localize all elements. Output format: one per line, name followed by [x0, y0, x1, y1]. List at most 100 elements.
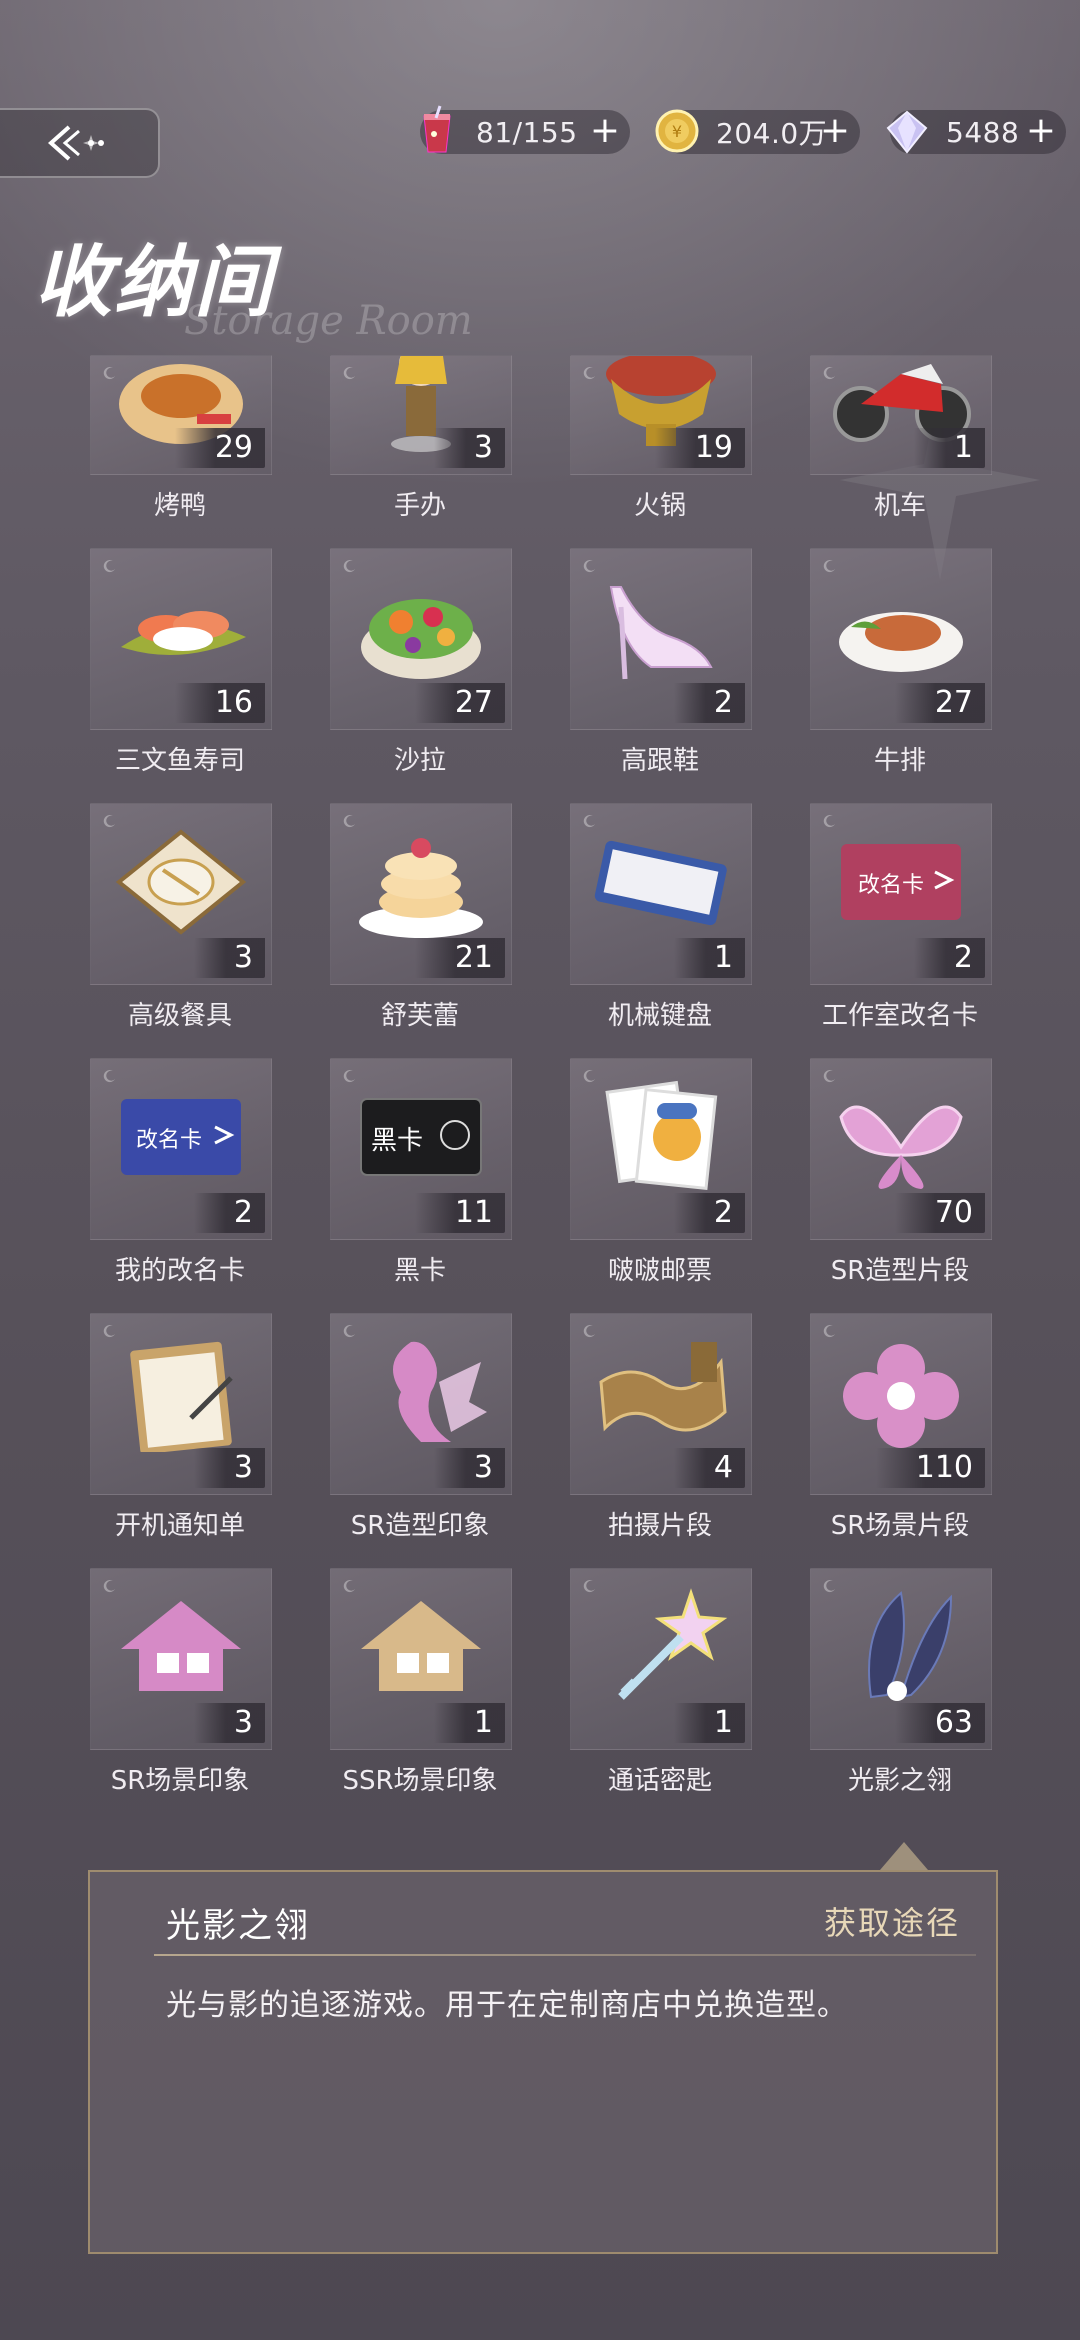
- black-card-icon: 黑卡: [360, 1098, 482, 1176]
- item-count: 1: [673, 1703, 745, 1743]
- item-count: 3: [193, 938, 265, 978]
- stamina-resource[interactable]: 81/155 +: [420, 105, 630, 154]
- silhouette-icon: [393, 1341, 487, 1442]
- item-name: SSR场景印象: [342, 1766, 498, 1796]
- salad-icon: [361, 599, 481, 679]
- item-name: 机车: [873, 491, 926, 521]
- item-name: 高级餐具: [127, 1001, 232, 1031]
- item-thumbnail: 1: [570, 1568, 752, 1750]
- item-name: 光影之翎: [847, 1766, 952, 1796]
- item-thumbnail: 21: [330, 803, 512, 985]
- item-name: 我的改名卡: [114, 1256, 245, 1286]
- item-count: 2: [193, 1193, 265, 1233]
- add-coin-button[interactable]: +: [820, 110, 850, 152]
- souffle-icon: [359, 838, 483, 938]
- diamond-icon: [886, 110, 928, 154]
- item-name: 沙拉: [393, 746, 446, 776]
- item-name: 黑卡: [393, 1256, 446, 1286]
- salmon-sushi-icon: [121, 611, 246, 655]
- item-thumbnail: 16: [90, 548, 272, 730]
- item-count: 16: [174, 683, 265, 723]
- keyboard-icon: [594, 840, 727, 926]
- item-thumbnail: 3: [330, 355, 512, 475]
- svg-text:黑卡: 黑卡: [371, 1126, 423, 1156]
- item-count: 63: [894, 1703, 985, 1743]
- item-name: SR造型片段: [830, 1256, 970, 1286]
- item-name: 牛排: [873, 746, 926, 776]
- svg-text:¥: ¥: [672, 122, 682, 141]
- house-gold-icon: [361, 1601, 481, 1691]
- item-count: 3: [193, 1703, 265, 1743]
- drink-icon: [423, 105, 451, 153]
- detail-description: 光与影的追逐游戏。用于在定制商店中兑换造型。: [166, 1988, 848, 2023]
- item-name: 舒芙蕾: [380, 1001, 459, 1031]
- butterfly-icon: [839, 1105, 963, 1189]
- coin-icon: ¥: [655, 109, 699, 153]
- back-button[interactable]: [0, 108, 160, 178]
- item-count: 2: [673, 683, 745, 723]
- svg-text:改名卡: 改名卡: [136, 1128, 202, 1153]
- item-name: 工作室改名卡: [821, 1001, 978, 1031]
- studio-rename-card-icon: 改名卡: [841, 844, 961, 920]
- item-count: 2: [913, 938, 985, 978]
- item-name: 啵啵邮票: [607, 1256, 712, 1286]
- coin-resource[interactable]: ¥ 204.0万 +: [655, 109, 860, 154]
- film-reel-icon: [599, 1342, 727, 1432]
- item-thumbnail: 1: [570, 803, 752, 985]
- item-count: 1: [913, 428, 985, 468]
- divider: [154, 1954, 976, 1956]
- item-thumbnail: 3: [330, 1313, 512, 1495]
- add-stamina-button[interactable]: +: [590, 110, 620, 152]
- item-thumbnail: 63: [810, 1568, 992, 1750]
- item-count: 4: [673, 1448, 745, 1488]
- item-count: 11: [414, 1193, 505, 1233]
- detail-title: 光影之翎: [166, 1906, 310, 1946]
- item-thumbnail: 70: [810, 1058, 992, 1240]
- coin-value: 204.0万: [716, 117, 828, 150]
- item-thumbnail: 27: [810, 548, 992, 730]
- svg-text:改名卡: 改名卡: [858, 873, 924, 898]
- item-name: 烤鸭: [153, 491, 206, 521]
- item-name: 高跟鞋: [620, 746, 699, 776]
- back-arrow-icon: [47, 125, 104, 161]
- item-count: 29: [174, 428, 265, 468]
- diamond-value: 5488: [946, 115, 1020, 149]
- item-name: 开机通知单: [114, 1511, 245, 1541]
- item-name: SR场景印象: [110, 1766, 250, 1796]
- item-thumbnail: 黑卡 11: [330, 1058, 512, 1240]
- item-count: 19: [654, 428, 745, 468]
- stamina-value: 81/155: [476, 115, 578, 149]
- item-thumbnail: 3: [90, 803, 272, 985]
- item-name: 三文鱼寿司: [114, 746, 245, 776]
- item-count: 3: [193, 1448, 265, 1488]
- obtain-method-link[interactable]: 获取途径: [824, 1898, 960, 1944]
- high-heel-icon: [609, 586, 713, 680]
- item-thumbnail: 4: [570, 1313, 752, 1495]
- item-thumbnail: 改名卡 2: [810, 803, 992, 985]
- item-detail-panel: 光影之翎 获取途径 光与影的追逐游戏。用于在定制商店中兑换造型。: [88, 1870, 998, 2254]
- item-thumbnail: 19: [570, 355, 752, 475]
- page-subtitle: Storage Room: [184, 298, 473, 344]
- item-thumbnail: 29: [90, 355, 272, 475]
- item-count: 1: [673, 938, 745, 978]
- star-key-icon: [618, 1588, 728, 1700]
- item-thumbnail: 1: [810, 355, 992, 475]
- item-thumbnail: 3: [90, 1568, 272, 1750]
- item-count: 2: [673, 1193, 745, 1233]
- item-thumbnail: 改名卡 2: [90, 1058, 272, 1240]
- item-count: 3: [433, 1448, 505, 1488]
- selection-pointer: [880, 1842, 928, 1870]
- add-diamond-button[interactable]: +: [1026, 110, 1056, 152]
- clipboard-icon: [130, 1341, 233, 1452]
- item-name: 手办: [393, 491, 446, 521]
- diamond-resource[interactable]: 5488 +: [886, 110, 1066, 154]
- rename-card-icon: 改名卡: [121, 1099, 241, 1175]
- item-name: 机械键盘: [607, 1001, 712, 1031]
- item-count: 27: [894, 683, 985, 723]
- item-name: 拍摄片段: [607, 1511, 712, 1541]
- item-count: 3: [433, 428, 505, 468]
- item-name: SR造型印象: [350, 1511, 490, 1541]
- house-icon: [121, 1601, 241, 1691]
- item-count: 21: [414, 938, 505, 978]
- clover-icon: [843, 1344, 959, 1448]
